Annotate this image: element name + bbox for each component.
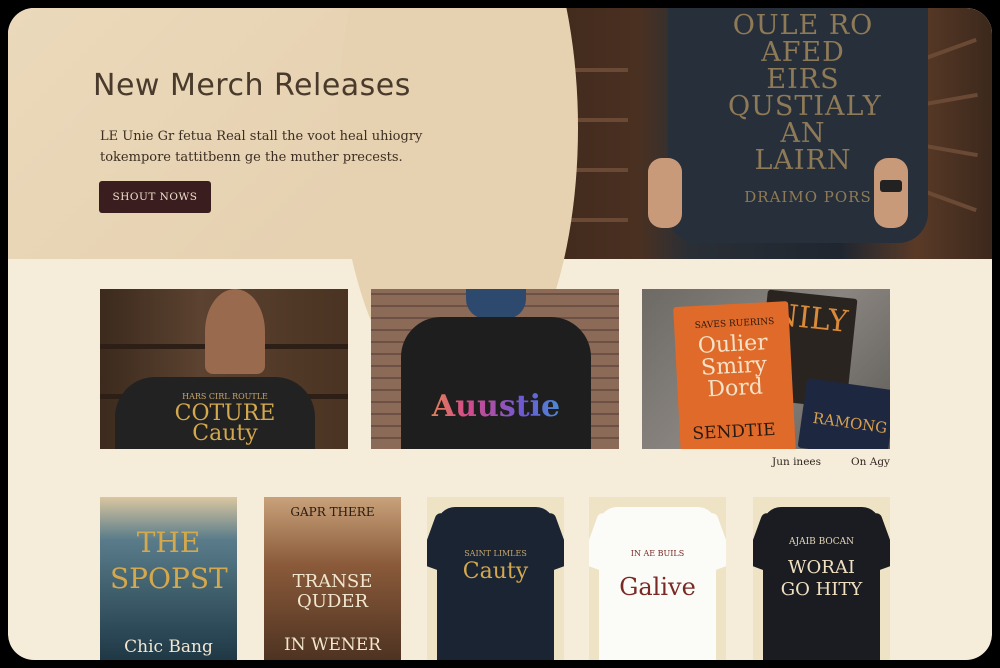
product-card-tee-navy[interactable]: SAINT LIMLES Cauty xyxy=(427,497,564,660)
product-card-book-2[interactable]: GAPR THERE TRANSE QUDER IN WENER xyxy=(264,497,401,660)
product-title-main: THE SPOPST xyxy=(110,526,228,595)
product-card-tee-black[interactable]: AJAIB BOCAN WORAI GO HITY xyxy=(753,497,890,660)
hero-banner: OULE RO AFED EIRS QUSTIALY AN LAIRN DRAI… xyxy=(8,8,992,408)
product-title-main: Cauty xyxy=(462,559,529,584)
page-frame: OULE RO AFED EIRS QUSTIALY AN LAIRN DRAI… xyxy=(8,8,992,660)
shirt-print-top: HARS CIRL ROUTLE xyxy=(182,392,268,401)
product-title-top: AJAIB BOCAN xyxy=(788,537,855,547)
product-title-top: GAPR THERE xyxy=(290,505,375,519)
feature-card-bookstore-tee[interactable]: HARS CIRL ROUTLE COTURE Cauty xyxy=(100,289,348,449)
product-card-tee-white[interactable]: IN AE BUILS Galive xyxy=(589,497,726,660)
shirt-print-main: Auustie xyxy=(411,389,581,424)
feature-card-books[interactable]: NILY RAMONG SAVES RUERINS Oulier Smiry D… xyxy=(642,289,890,449)
hero-shirt-print-sub: DRAIMO PORS xyxy=(744,188,872,206)
product-title-main: Galive xyxy=(619,573,696,601)
hero-subtitle-line: LE Unie Gr fetua Real stall the voot hea… xyxy=(100,129,423,144)
hero-shirt-print: OULE RO AFED EIRS QUSTIALY AN LAIRN xyxy=(728,10,882,176)
shirt-print-main: COTURE Cauty xyxy=(174,401,276,446)
product-title-main: WORAI GO HITY xyxy=(780,557,863,600)
face-mask xyxy=(466,289,526,319)
product-title-top: SAINT LIMLES xyxy=(464,549,527,558)
hero-title: New Merch Releases xyxy=(93,68,411,103)
hero-subtitle: LE Unie Gr fetua Real stall the voot hea… xyxy=(100,126,440,168)
hero-subtitle-line: tokempore tattitbenn ge the muther prece… xyxy=(100,150,403,165)
product-title-top: IN AE BUILS xyxy=(630,549,685,558)
product-title-bottom: Chic Bang xyxy=(124,637,213,657)
product-card-book-1[interactable]: THE SPOPST Chic Bang xyxy=(100,497,237,660)
feature-card-masked-tee[interactable]: Auustie xyxy=(371,289,619,449)
model-shirt xyxy=(401,317,591,449)
caption-right: On Agy xyxy=(851,456,890,468)
model-head xyxy=(205,289,265,374)
caption-left: Jun inees xyxy=(772,456,822,468)
product-title-bottom: IN WENER xyxy=(284,635,381,655)
product-title-main: TRANSE QUDER xyxy=(292,571,373,612)
model-arm xyxy=(648,158,682,228)
shop-now-button[interactable]: SHOUT NOWS xyxy=(99,181,211,213)
book-main-title: Oulier Smiry Dord xyxy=(697,330,769,403)
